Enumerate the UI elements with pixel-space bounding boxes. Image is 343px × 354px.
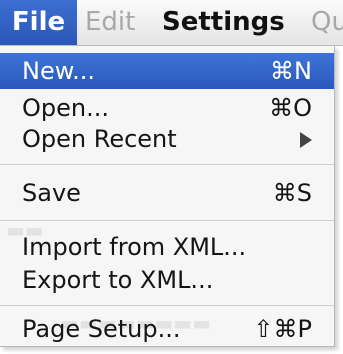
menu-edit[interactable]: Edit xyxy=(85,0,135,45)
menu-item-label: New... xyxy=(22,57,96,85)
menu-settings[interactable]: Settings xyxy=(162,0,285,45)
menu-separator xyxy=(0,220,334,221)
shortcut-label: ⌘S xyxy=(272,179,312,207)
submenu-arrow-icon xyxy=(300,132,312,148)
menu-item-page-setup[interactable]: Page Setup... ⇧⌘P xyxy=(8,311,326,346)
menu-item-open-recent[interactable]: Open Recent xyxy=(8,121,326,157)
menu-item-label: Import from XML... xyxy=(22,233,247,261)
menu-separator xyxy=(0,305,334,306)
menu-item-label: Page Setup... xyxy=(22,315,181,343)
menu-item-import-xml[interactable]: Import from XML... xyxy=(8,229,326,265)
menu-item-label: Save xyxy=(22,179,81,207)
menu-item-label: Export to XML... xyxy=(22,266,214,294)
menu-item-save[interactable]: Save ⌘S xyxy=(8,175,326,211)
menu-separator xyxy=(0,164,334,165)
menu-item-label: Open Recent xyxy=(22,125,177,153)
file-dropdown-menu: ▬▬ ▬▬▬▬▬▬▬▬ New... ⌘N Open... ⌘O Open Re… xyxy=(0,46,335,347)
shortcut-label: ⇧⌘P xyxy=(253,315,312,343)
menu-bar: File Edit Settings Qu xyxy=(0,0,343,46)
menu-item-export-xml[interactable]: Export to XML... xyxy=(8,262,326,298)
menu-file[interactable]: File xyxy=(0,0,77,45)
shortcut-label: ⌘N xyxy=(270,57,312,85)
menu-item-new[interactable]: New... ⌘N xyxy=(0,53,334,89)
menu-partial[interactable]: Qu xyxy=(311,0,343,45)
